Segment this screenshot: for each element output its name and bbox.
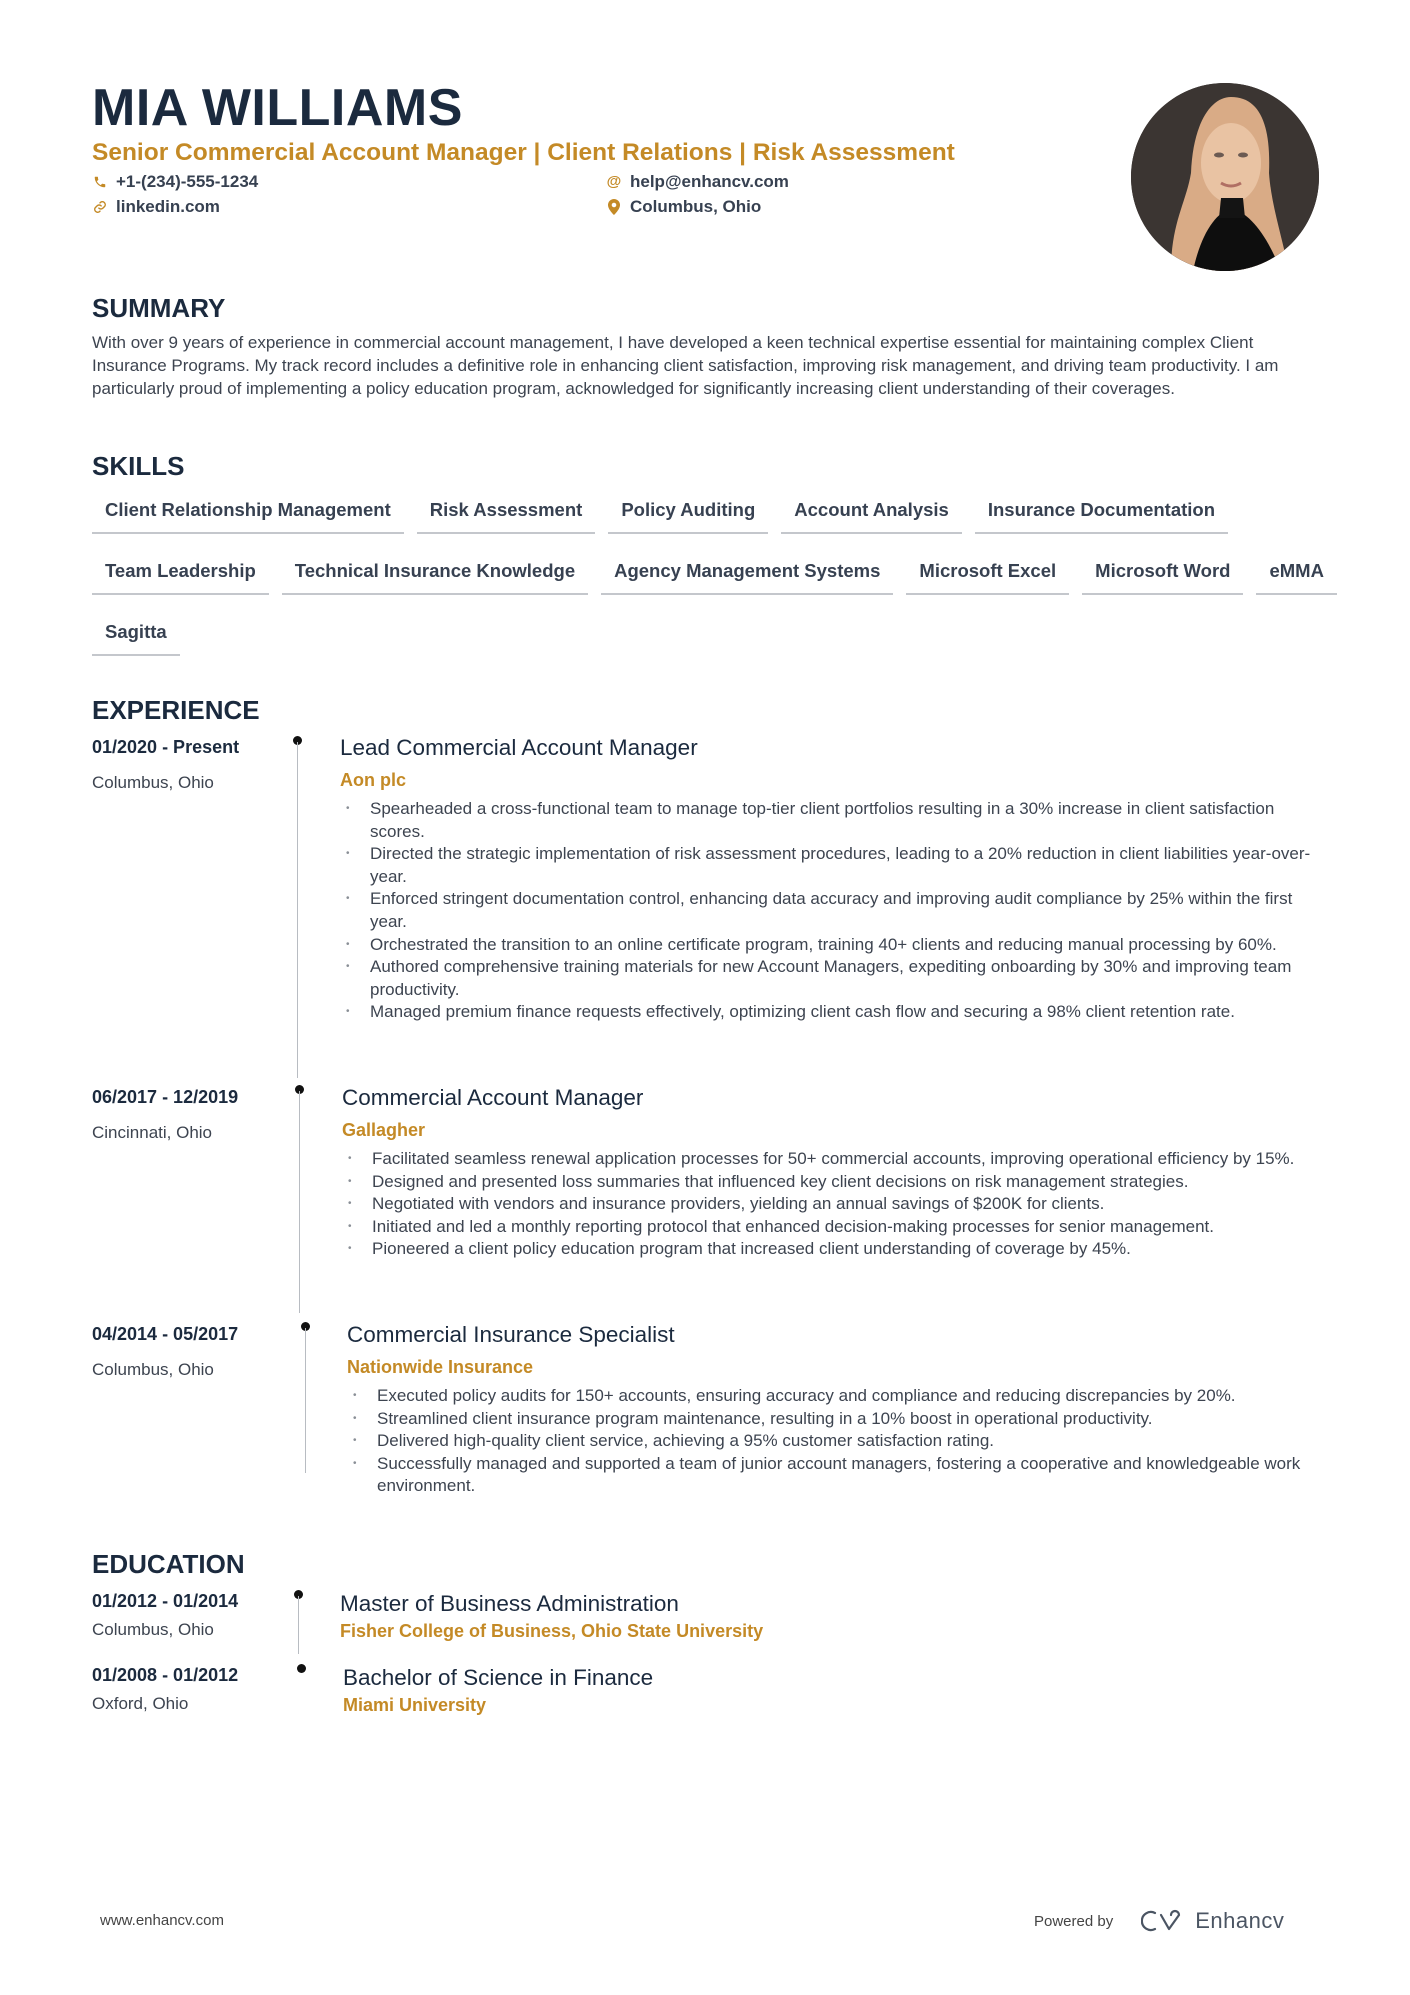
bullet-item: Initiated and led a monthly reporting pr…	[344, 1216, 1324, 1239]
skill-tag: Microsoft Word	[1082, 553, 1244, 595]
skill-tag: Technical Insurance Knowledge	[281, 553, 589, 595]
bullet-item: Negotiated with vendors and insurance pr…	[344, 1193, 1324, 1216]
education-location: Columbus, Ohio	[92, 1620, 214, 1639]
job-location: Columbus, Ohio	[92, 773, 214, 792]
bullet-item: Delivered high-quality client service, a…	[349, 1430, 1329, 1453]
powered-by-label: Powered by	[1034, 1912, 1114, 1930]
job-title: Commercial Account Manager	[342, 1085, 644, 1110]
skill-tag: Account Analysis	[781, 492, 962, 534]
link-icon	[92, 199, 108, 215]
timeline-line	[298, 1596, 299, 1654]
company-name: Nationwide Insurance	[347, 1357, 534, 1377]
bullet-item: Successfully managed and supported a tea…	[349, 1453, 1329, 1498]
education-dates: 01/2008 - 01/2012	[92, 1665, 239, 1685]
job-location: Columbus, Ohio	[92, 1360, 214, 1379]
skill-tag: Microsoft Excel	[906, 553, 1070, 595]
contact-phone: +1-(234)-555-1234	[92, 171, 258, 193]
skill-tag: eMMA	[1256, 553, 1337, 595]
job-dates: 01/2020 - Present	[92, 737, 240, 757]
enhancv-brand: Enhancv	[1195, 1908, 1285, 1933]
powered-by[interactable]: Powered by Enhancv	[1034, 1908, 1284, 1934]
experience-heading: EXPERIENCE	[92, 695, 260, 725]
summary-text: With over 9 years of experience in comme…	[92, 333, 1279, 398]
education-dates: 01/2012 - 01/2014	[92, 1591, 239, 1611]
timeline-dot	[297, 1664, 306, 1673]
bullet-item: Facilitated seamless renewal application…	[344, 1148, 1324, 1171]
bullet-item: Orchestrated the transition to an online…	[342, 934, 1322, 957]
timeline-line	[305, 1328, 306, 1473]
at-icon: @	[606, 173, 622, 190]
timeline-line	[299, 1091, 300, 1313]
skill-tag: Risk Assessment	[416, 492, 596, 534]
bullet-item: Streamlined client insurance program mai…	[349, 1408, 1329, 1431]
degree-title: Master of Business Administration	[340, 1591, 679, 1616]
job-dates: 06/2017 - 12/2019	[92, 1087, 239, 1107]
school-name: Miami University	[343, 1695, 487, 1715]
job-title: Lead Commercial Account Manager	[340, 735, 698, 760]
job-bullets: Facilitated seamless renewal application…	[344, 1148, 1324, 1261]
location-pin-icon	[606, 199, 622, 215]
skill-tag: Team Leadership	[92, 553, 269, 595]
enhancv-logo-icon	[1141, 1909, 1187, 1933]
bullet-item: Managed premium finance requests effecti…	[342, 1001, 1322, 1024]
phone-icon	[92, 174, 108, 190]
skill-tag: Insurance Documentation	[974, 492, 1229, 534]
education-heading: EDUCATION	[92, 1549, 245, 1579]
degree-title: Bachelor of Science in Finance	[343, 1665, 654, 1690]
skills-list: Client Relationship Management Risk Asse…	[92, 492, 1342, 656]
bullet-item: Enforced stringent documentation control…	[342, 888, 1322, 933]
bullet-item: Executed policy audits for 150+ accounts…	[349, 1385, 1329, 1408]
education-location: Oxford, Ohio	[92, 1694, 189, 1713]
bullet-item: Authored comprehensive training material…	[342, 956, 1322, 1001]
contact-location: Columbus, Ohio	[606, 196, 761, 218]
bullet-item: Directed the strategic implementation of…	[342, 843, 1322, 888]
bullet-item: Designed and presented loss summaries th…	[344, 1171, 1324, 1194]
candidate-name: MIA WILLIAMS	[92, 79, 463, 137]
bullet-item: Spearheaded a cross-functional team to m…	[342, 798, 1322, 843]
company-name: Aon plc	[340, 770, 406, 790]
job-location: Cincinnati, Ohio	[92, 1123, 213, 1142]
contact-email[interactable]: @ help@enhancv.com	[606, 171, 789, 193]
skill-tag: Policy Auditing	[608, 492, 769, 534]
job-title: Commercial Insurance Specialist	[347, 1322, 675, 1347]
skill-tag: Sagitta	[92, 614, 180, 656]
bullet-item: Pioneered a client policy education prog…	[344, 1238, 1324, 1261]
contact-linkedin[interactable]: linkedin.com	[92, 196, 220, 218]
profile-photo	[1131, 83, 1319, 271]
headline: Senior Commercial Account Manager | Clie…	[92, 139, 955, 166]
summary-heading: SUMMARY	[92, 293, 226, 323]
school-name: Fisher College of Business, Ohio State U…	[340, 1621, 764, 1641]
timeline-line	[297, 742, 298, 1078]
skills-heading: SKILLS	[92, 451, 185, 481]
job-dates: 04/2014 - 05/2017	[92, 1324, 239, 1344]
skill-tag: Client Relationship Management	[92, 492, 404, 534]
company-name: Gallagher	[342, 1120, 426, 1140]
skill-tag: Agency Management Systems	[601, 553, 894, 595]
job-bullets: Spearheaded a cross-functional team to m…	[342, 798, 1322, 1024]
footer-website-link[interactable]: www.enhancv.com	[100, 1912, 224, 1929]
job-bullets: Executed policy audits for 150+ accounts…	[349, 1385, 1329, 1498]
